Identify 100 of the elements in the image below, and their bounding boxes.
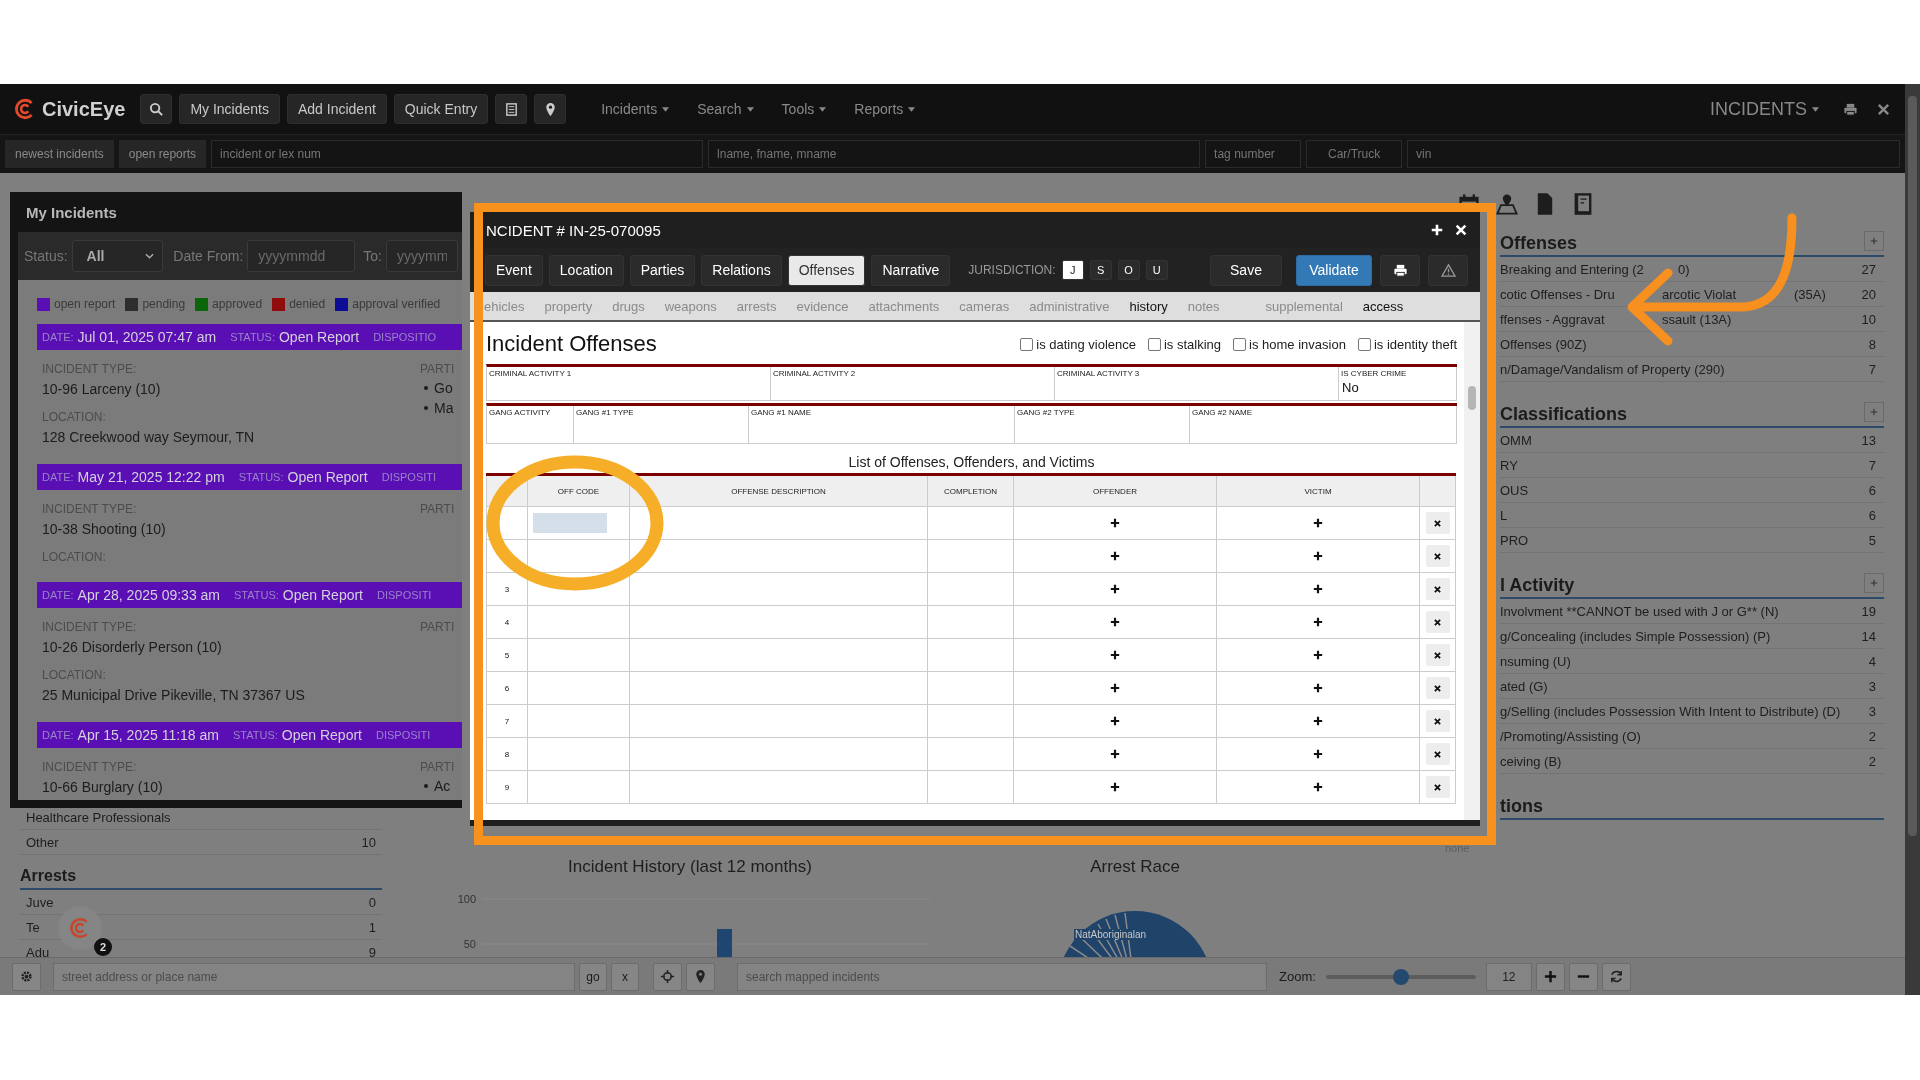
nav-menu[interactable]: Reports [848,101,922,117]
search-field[interactable]: lname, fname, mname [708,140,1201,168]
zoom-in-button[interactable] [1535,962,1565,991]
tab[interactable]: Narrative [871,254,951,286]
checkbox[interactable] [1148,337,1161,351]
delete-row-button[interactable] [1425,512,1450,534]
nav-menu[interactable]: Search [691,101,760,117]
validate-button[interactable]: Validate [1296,254,1372,286]
quick-filter-button[interactable]: open reports [118,140,207,168]
jurisdiction-toggle[interactable]: S [1089,260,1112,280]
incident-header-bar[interactable]: DATE: Jul 01, 2025 07:47 am STATUS: Open Report DISPOSITIO [37,324,462,350]
jurisdiction-toggle[interactable]: U [1145,260,1168,280]
add-offender-icon[interactable] [1110,518,1120,528]
warning-button[interactable] [1428,254,1468,286]
add-offender-icon[interactable] [1110,683,1120,693]
clear-button[interactable]: x [611,962,639,991]
nav-button[interactable]: Quick Entry [393,94,489,124]
quick-filter-button[interactable]: newest incidents [5,140,114,168]
form-field[interactable]: GANG #2 NAME [1190,406,1457,443]
jurisdiction-toggle[interactable]: O [1117,260,1140,280]
search-field[interactable]: tag number [1205,140,1302,168]
delete-row-button[interactable] [1425,611,1450,633]
delete-row-button[interactable] [1425,710,1450,732]
checkbox[interactable] [1020,337,1034,351]
add-victim-icon[interactable] [1313,551,1323,561]
status-select[interactable]: All [71,240,164,272]
form-field[interactable]: CRIMINAL ACTIVITY 1 [487,367,771,400]
delete-row-button[interactable] [1425,677,1450,699]
add-victim-icon[interactable] [1313,683,1323,693]
search-field[interactable]: vin [1407,140,1900,168]
tab[interactable]: Offenses [787,254,866,286]
delete-row-button[interactable] [1425,578,1450,600]
delete-row-button[interactable] [1425,776,1450,798]
add-offender-icon[interactable] [1110,782,1120,792]
off-code-field[interactable] [533,513,607,533]
tab[interactable]: Relations [701,254,782,286]
section-link[interactable]: access [1362,298,1404,314]
checkbox[interactable] [1357,337,1371,351]
jurisdiction-toggle[interactable]: J [1061,260,1084,280]
add-offender-icon[interactable] [1110,551,1120,561]
form-field[interactable]: CRIMINAL ACTIVITY 3 [1055,367,1339,400]
calculator-button[interactable] [495,94,528,124]
nav-button[interactable]: Add Incident [287,94,387,124]
form-field[interactable]: GANG #1 NAME [749,406,1015,443]
section-link[interactable]: history [1129,298,1168,314]
save-button[interactable]: Save [1210,254,1282,286]
add-victim-icon[interactable] [1313,782,1323,792]
incident-header-bar[interactable]: DATE: Apr 15, 2025 11:18 am STATUS: Open Report DISPOSITI [37,722,462,748]
date-from-field[interactable]: yyyymmdd [247,240,356,272]
locate-button[interactable] [653,962,682,991]
form-field[interactable]: GANG #1 TYPE [574,406,749,443]
search-field[interactable]: Car/Truck [1306,140,1403,168]
form-field[interactable]: GANG #2 TYPE [1015,406,1190,443]
map-pin-button[interactable] [534,94,567,124]
add-offender-icon[interactable] [1110,617,1120,627]
add-victim-icon[interactable] [1313,749,1323,759]
close-icon[interactable] [1454,223,1468,237]
delete-row-button[interactable] [1425,743,1450,765]
delete-row-button[interactable] [1425,545,1450,567]
tab[interactable]: Parties [629,254,696,286]
search-field[interactable]: incident or lex num [211,140,704,168]
refresh-button[interactable] [1601,962,1631,991]
zoom-field[interactable]: 12 [1485,962,1532,991]
add-victim-icon[interactable] [1313,617,1323,627]
add-victim-icon[interactable] [1313,716,1323,726]
add-offender-icon[interactable] [1110,584,1120,594]
delete-row-button[interactable] [1425,644,1450,666]
nav-menu[interactable]: Incidents [595,101,676,117]
form-field[interactable]: IS CYBER CRIME No [1339,367,1457,400]
form-field[interactable]: GANG ACTIVITY [487,406,574,443]
print-button[interactable] [1380,254,1420,286]
nav-button[interactable]: My Incidents [179,94,280,124]
brand-name[interactable]: CivicEye [42,97,126,121]
incident-header-bar[interactable]: DATE: Apr 28, 2025 09:33 am STATUS: Open Report DISPOSITI [37,582,462,608]
form-field[interactable]: CRIMINAL ACTIVITY 2 [771,367,1055,400]
add-offender-icon[interactable] [1110,749,1120,759]
tab[interactable]: Location [548,254,624,286]
map-icon[interactable] [1495,191,1519,217]
add-victim-icon[interactable] [1313,518,1323,528]
nav-menu[interactable]: Tools [775,101,833,117]
zoom-slider[interactable] [1325,968,1476,985]
printer-icon[interactable] [1843,101,1858,117]
bullet-icon [424,406,428,410]
add-victim-icon[interactable] [1313,650,1323,660]
search-button[interactable] [140,94,173,124]
date-to-field[interactable]: yyyymm [386,240,458,272]
plus-icon[interactable] [1430,223,1444,237]
add-offender-icon[interactable] [1110,716,1120,726]
checkbox[interactable] [1233,337,1247,351]
settings-button[interactable] [12,962,41,991]
module-menu[interactable]: INCIDENTS [1704,98,1825,120]
add-victim-icon[interactable] [1313,584,1323,594]
zoom-out-button[interactable] [1568,962,1598,991]
tab[interactable]: Event [485,254,543,286]
scrollbar[interactable] [1464,322,1480,820]
incident-header-bar[interactable]: DATE: May 21, 2025 12:22 pm STATUS: Open Report DISPOSITI [37,464,462,490]
scrollbar[interactable] [1905,84,1920,995]
go-button[interactable]: go [579,962,607,991]
map-search-field[interactable]: search mapped incidents [737,962,1267,991]
add-offender-icon[interactable] [1110,650,1120,660]
